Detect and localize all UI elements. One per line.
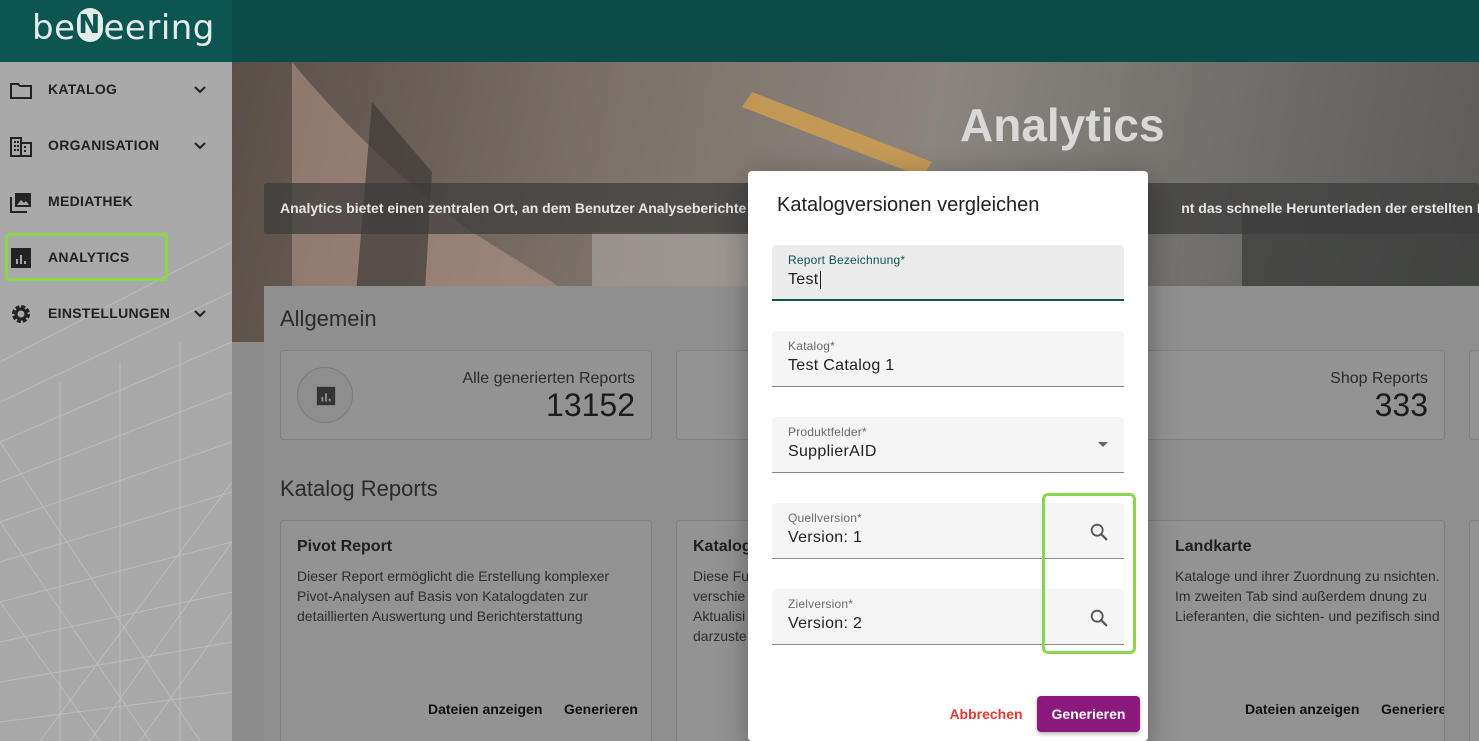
sidebar-item-mediathek[interactable]: MEDIATHEK [0,174,232,230]
field-value[interactable]: Test Catalog 1 [788,357,894,375]
folder-icon [10,83,32,99]
stat-label: Alle generierten Reports [462,370,635,387]
compare-catalog-versions-dialog: Katalogversionen vergleichen Report Beze… [748,171,1148,741]
field-label: Quellversion* [788,511,862,525]
target-version-field[interactable]: Zielversion* Version: 2 [772,589,1124,645]
report-card-description: Kataloge und ihrer Zuordnung zu nsichten… [1175,568,1440,624]
field-label: Report Bezeichnung* [788,253,906,267]
photo-library-icon [10,193,31,213]
field-label: Zielversion* [788,597,854,611]
field-value[interactable]: Version: 1 [788,529,862,547]
cancel-button[interactable]: Abbrechen [944,696,1028,732]
field-value[interactable]: Test [788,271,821,289]
report-card-title: Pivot Report [297,538,393,555]
text-cursor [819,271,821,289]
sidebar-item-katalog[interactable]: KATALOG [0,62,232,118]
generate-report-button[interactable]: Generieren [564,701,638,717]
search-icon[interactable] [1088,607,1110,629]
building-icon [10,137,32,157]
report-card-description: Dieser Report ermöglicht die Erstellung … [297,568,610,624]
section-title-allgemein: Allgemein [280,306,377,331]
section-title-katalog-reports: Katalog Reports [280,476,438,501]
product-fields-select[interactable]: Produktfelder* SupplierAID [772,417,1124,473]
brand-logo[interactable]: be Neering [0,0,232,62]
sidebar-item-label: EINSTELLUNGEN [48,305,171,321]
sidebar-item-label: ORGANISATION [48,137,160,153]
sidebar-item-analytics[interactable]: ANALYTICS [0,230,232,286]
chevron-down-icon[interactable] [190,304,210,324]
sidebar-item-organisation[interactable]: ORGANISATION [0,118,232,174]
brand-wordmark: be Neering [32,8,215,48]
sidebar-item-label: KATALOG [48,81,118,97]
search-icon[interactable] [1088,521,1110,543]
sidebar-item-label: ANALYTICS [48,249,130,265]
gear-icon [12,305,30,323]
report-name-field[interactable]: Report Bezeichnung* Test [772,245,1124,301]
report-card-title: Landkarte [1175,538,1252,555]
stat-card-all-reports: Alle generierten Reports 13152 [280,350,652,440]
stat-icon-circle [297,367,353,423]
report-card-partial [1469,520,1479,741]
chevron-down-icon[interactable] [190,80,210,100]
dialog-title: Katalogversionen vergleichen [777,194,1040,216]
analytics-icon [11,248,31,268]
stat-value: 333 [1374,387,1428,423]
analytics-icon [316,386,336,406]
sidebar: KATALOG ORGANISATION MEDIATHEK ANALYTICS… [0,62,232,741]
stat-card-partial [1469,350,1479,440]
sidebar-item-label: MEDIATHEK [48,193,133,209]
report-card-title: Katalog [693,538,752,555]
field-value[interactable]: SupplierAID [788,443,877,461]
report-card-description: Diese Fu verschie Aktualisi darzuste [693,568,750,644]
generate-button[interactable]: Generieren [1037,696,1140,732]
field-label: Katalog* [788,339,835,353]
generate-report-button[interactable]: Generieren [1381,701,1444,717]
chevron-down-icon[interactable] [190,136,210,156]
show-files-button[interactable]: Dateien anzeigen [1245,701,1359,717]
report-card-pivot: Pivot Report Dieser Report ermöglicht di… [280,520,652,741]
stat-value: 13152 [546,387,635,423]
page-title: Analytics [960,99,1165,151]
show-files-button[interactable]: Dateien anzeigen [428,701,542,717]
source-version-field[interactable]: Quellversion* Version: 1 [772,503,1124,559]
dropdown-arrow-icon[interactable] [1098,442,1108,447]
catalog-field[interactable]: Katalog* Test Catalog 1 [772,331,1124,387]
stat-label: Shop Reports [1330,370,1428,387]
field-label: Produktfelder* [788,425,867,439]
field-value[interactable]: Version: 2 [788,615,862,633]
sidebar-item-einstellungen[interactable]: EINSTELLUNGEN [0,286,232,342]
